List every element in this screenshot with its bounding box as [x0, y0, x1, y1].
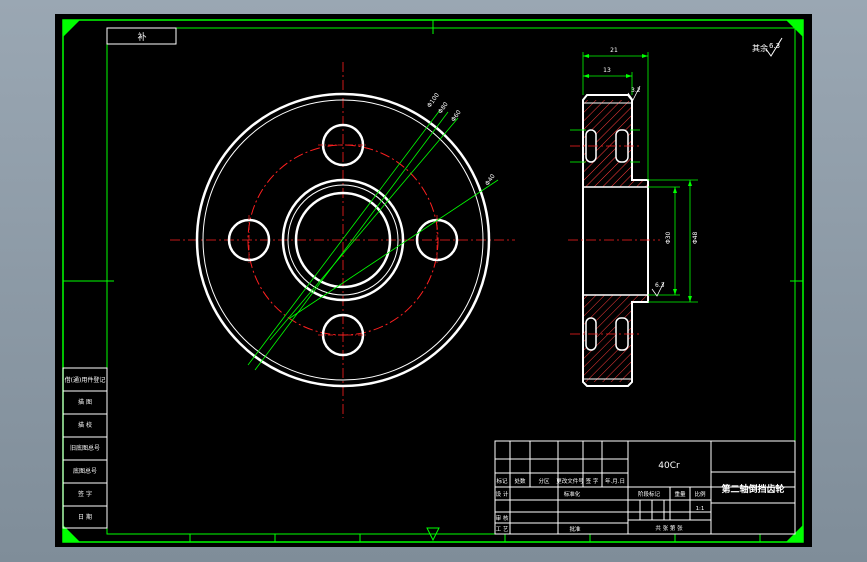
top-left-tag: 补	[137, 31, 146, 43]
engineering-drawing[interactable]: 补 其余 6.3 Φ100 Φ80 Φ60 Φ40 21 13 Φ48 Φ30 …	[0, 0, 867, 562]
left-col-4: 底图总号	[73, 467, 97, 475]
dim-hub-dia: Φ48	[692, 231, 699, 244]
tb-header-5: 年.月.日	[605, 477, 625, 485]
dim-overall-width: 21	[610, 47, 618, 54]
tb-approve: 批准	[569, 525, 581, 533]
tb-weight-label: 重量	[674, 490, 686, 498]
tb-stage-label: 阶段标记	[638, 490, 661, 498]
left-col-3: 旧底图总号	[70, 444, 100, 452]
cad-viewport[interactable]: 补 其余 6.3 Φ100 Φ80 Φ60 Φ40 21 13 Φ48 Φ30 …	[0, 0, 867, 562]
tb-row-process: 工 艺	[496, 526, 509, 533]
tb-scale-value: 1:1	[696, 506, 705, 512]
tb-header-2: 分区	[538, 477, 550, 485]
tb-header-3: 更改文件号	[556, 477, 584, 485]
tb-header-1: 处数	[514, 477, 526, 485]
tb-header-0: 标记	[496, 477, 508, 485]
left-col-6: 日 期	[78, 513, 92, 521]
tb-header-4: 签 字	[586, 477, 599, 485]
tb-scale-label: 比例	[694, 490, 706, 498]
dim-bore: Φ30	[665, 231, 672, 244]
dim-rim-width: 13	[603, 67, 611, 74]
title-part-name: 第二轴倒挡齿轮	[721, 483, 784, 495]
tb-row-check: 审 核	[496, 514, 509, 522]
title-material: 40Cr	[658, 461, 680, 471]
left-col-0: 借(通)用件登记	[65, 376, 106, 384]
left-col-1: 描 图	[78, 398, 92, 406]
roughness-note: 其余	[752, 43, 768, 53]
tb-sheet-label: 共 张 第 张	[655, 524, 683, 532]
left-col-5: 签 字	[78, 490, 92, 498]
tb-row-design: 设 计	[496, 490, 509, 498]
left-col-2: 描 校	[78, 421, 92, 429]
tb-std: 标准化	[564, 490, 581, 498]
